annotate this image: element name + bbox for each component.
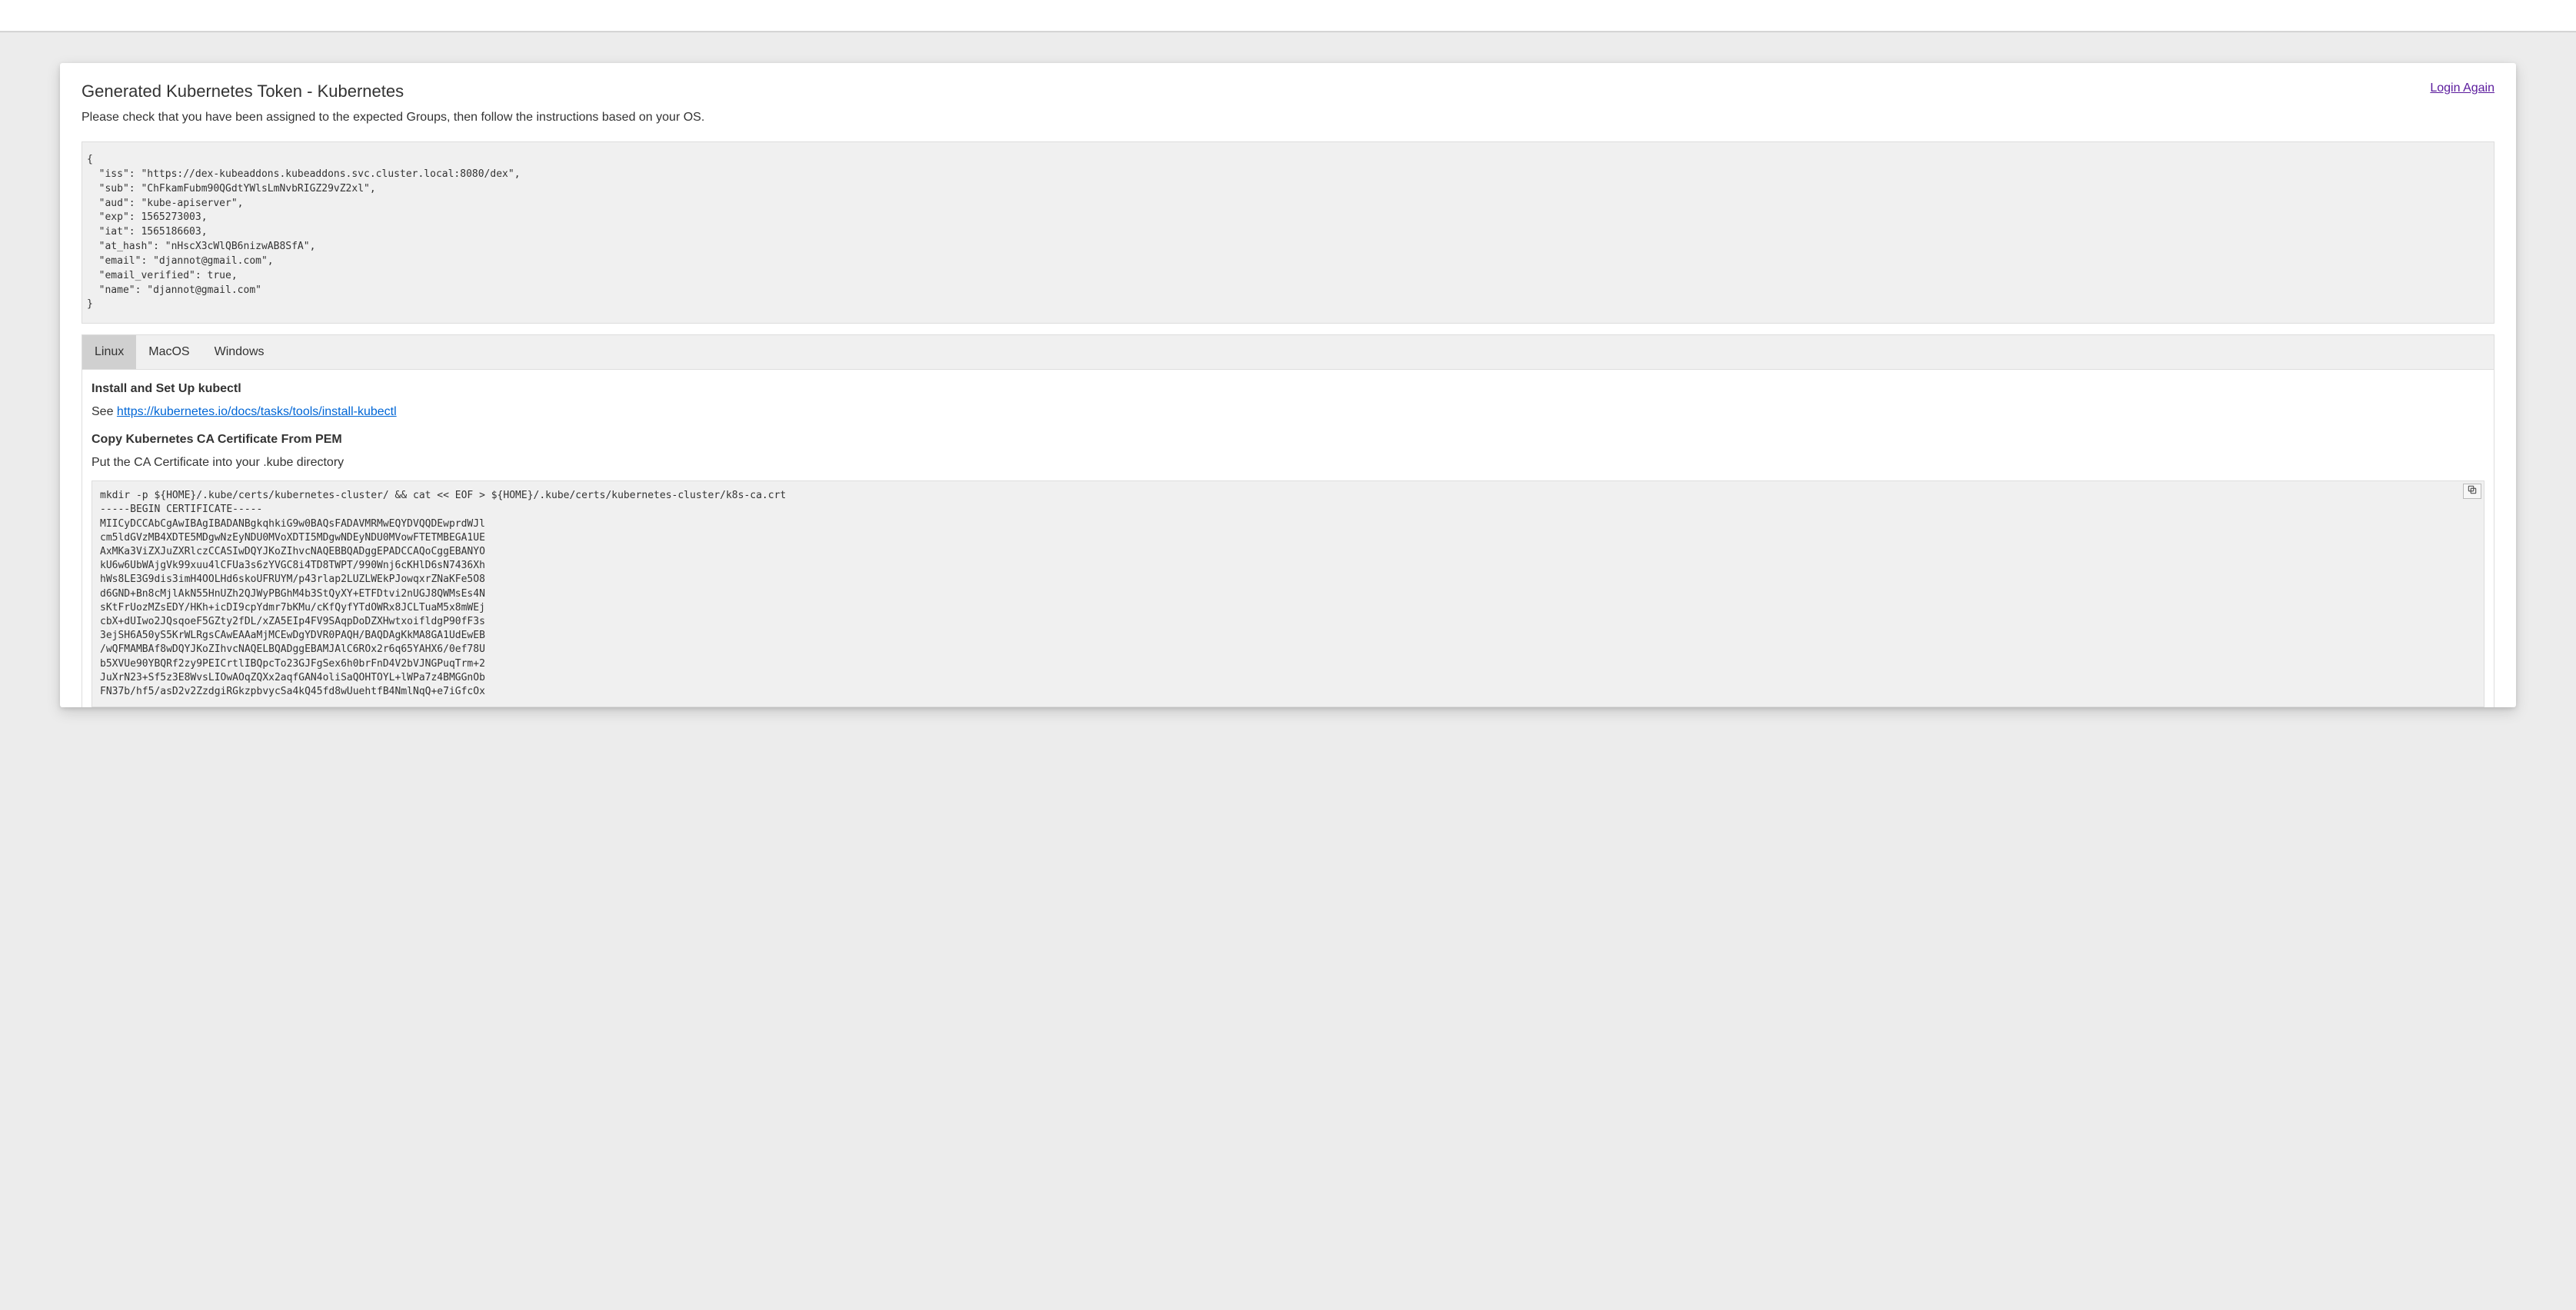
page-subtitle: Please check that you have been assigned… [82, 111, 2494, 125]
tab-windows[interactable]: Windows [202, 335, 277, 369]
token-card: Generated Kubernetes Token - Kubernetes … [60, 63, 2516, 707]
browser-chrome-spacer [0, 0, 2576, 31]
ca-code-wrap: mkdir -p ${HOME}/.kube/certs/kubernetes-… [92, 480, 2484, 707]
section-copy-ca-title: Copy Kubernetes CA Certificate From PEM [92, 433, 2484, 447]
copy-icon [2467, 484, 2478, 499]
login-again-link[interactable]: Login Again [2430, 81, 2494, 95]
copy-button[interactable] [2463, 484, 2481, 499]
tab-linux[interactable]: Linux [82, 335, 136, 369]
page-container: Generated Kubernetes Token - Kubernetes … [0, 32, 2576, 707]
tab-macos[interactable]: MacOS [136, 335, 201, 369]
token-json-block: { "iss": "https://dex-kubeaddons.kubeadd… [82, 141, 2494, 324]
os-tab-strip: Linux MacOS Windows [82, 334, 2494, 370]
section-install-kubectl-title: Install and Set Up kubectl [92, 382, 2484, 396]
section-install-kubectl-text: See https://kubernetes.io/docs/tasks/too… [92, 405, 2484, 419]
kubectl-docs-link[interactable]: https://kubernetes.io/docs/tasks/tools/i… [117, 405, 397, 418]
see-prefix: See [92, 405, 117, 418]
section-copy-ca-text: Put the CA Certificate into your .kube d… [92, 456, 2484, 470]
tab-panel-linux: Install and Set Up kubectl See https://k… [82, 370, 2494, 707]
card-header: Generated Kubernetes Token - Kubernetes … [82, 81, 2494, 101]
page-title: Generated Kubernetes Token - Kubernetes [82, 81, 404, 101]
ca-cert-code-block: mkdir -p ${HOME}/.kube/certs/kubernetes-… [92, 480, 2484, 707]
